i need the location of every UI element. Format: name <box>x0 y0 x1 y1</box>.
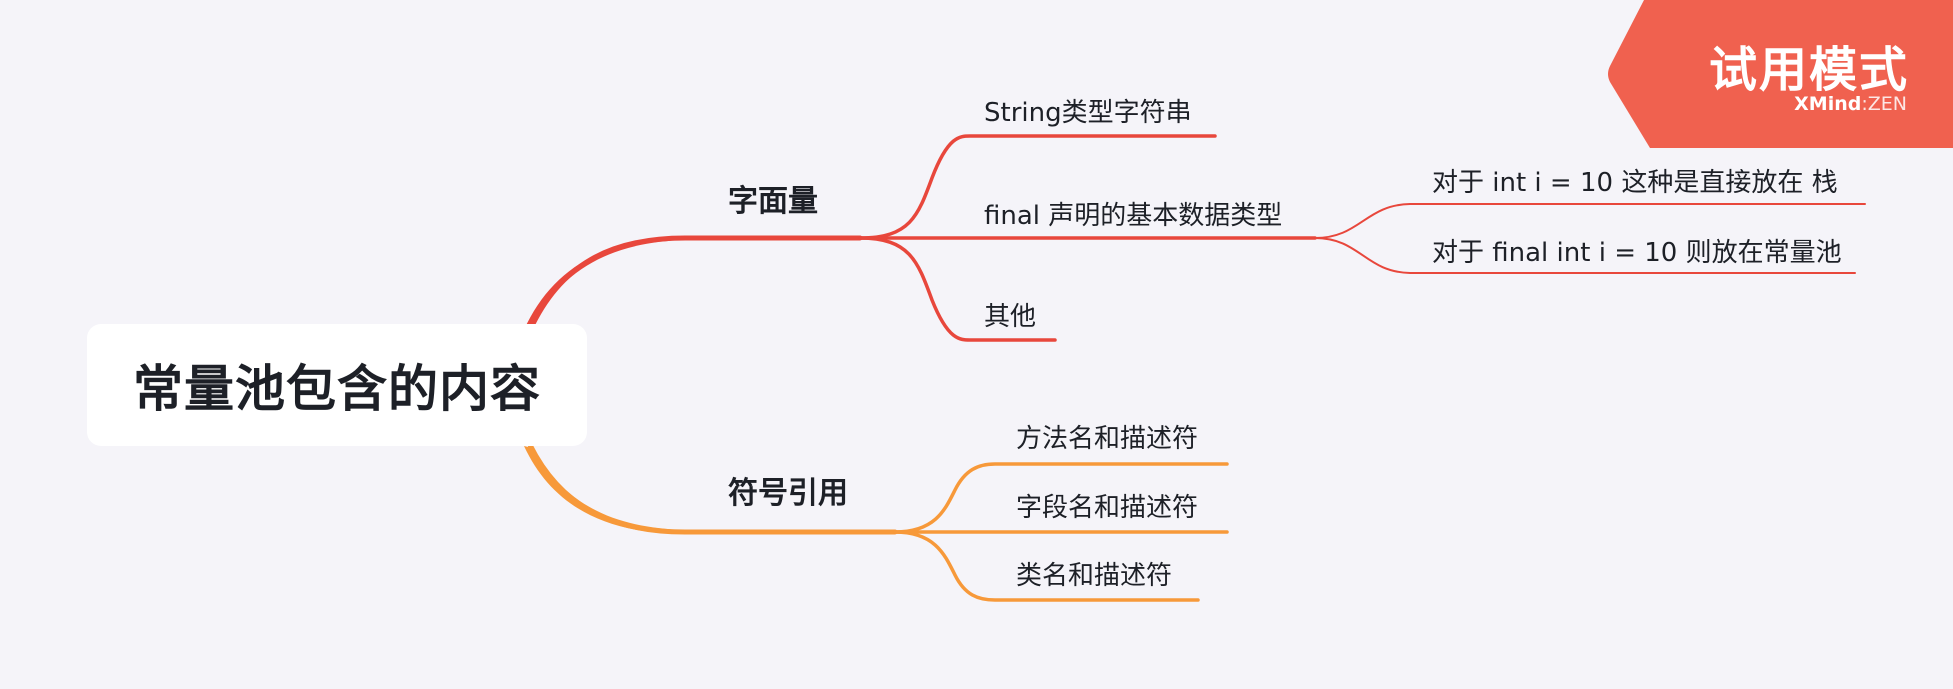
topic-final-pool-label: 对于 final int i = 10 则放在常量池 <box>1432 238 1842 268</box>
xmind-zen-logo: XMind:ZEN <box>1794 93 1907 115</box>
topic-field-label: 字段名和描述符 <box>1016 493 1199 523</box>
topic-other-label: 其他 <box>984 302 1037 332</box>
topic-method-label: 方法名和描述符 <box>1016 424 1199 454</box>
topic-final-pool[interactable]: 对于 final int i = 10 则放在常量池 <box>1432 232 1842 269</box>
connector-root-literal <box>527 235 863 333</box>
topic-literal-label: 字面量 <box>728 184 818 219</box>
badge-title: 试用模式 <box>1708 42 1909 98</box>
topic-symbol[interactable]: 符号引用 <box>728 468 848 512</box>
topic-symbol-label: 符号引用 <box>728 476 848 511</box>
topic-literal[interactable]: 字面量 <box>728 176 818 220</box>
topic-string-label: String类型字符串 <box>984 98 1192 128</box>
topic-int-stack[interactable]: 对于 int i = 10 这种是直接放在 栈 <box>1432 162 1838 199</box>
root-topic[interactable]: 常量池包含的内容 <box>87 324 587 446</box>
topic-other[interactable]: 其他 <box>984 296 1036 333</box>
topic-string[interactable]: String类型字符串 <box>984 92 1192 129</box>
mind-map-canvas: 常量池包含的内容 字面量 String类型字符串 final 声明的基本数据类型… <box>0 0 1953 689</box>
topic-final[interactable]: final 声明的基本数据类型 <box>984 195 1282 232</box>
topic-method[interactable]: 方法名和描述符 <box>1016 418 1198 455</box>
trial-mode-badge[interactable]: 试用模式 XMind:ZEN <box>1606 0 1953 148</box>
topic-field[interactable]: 字段名和描述符 <box>1016 487 1198 524</box>
topic-int-stack-label: 对于 int i = 10 这种是直接放在 栈 <box>1432 168 1838 198</box>
root-topic-label: 常量池包含的内容 <box>133 360 541 418</box>
topic-class[interactable]: 类名和描述符 <box>1016 555 1172 592</box>
connector-root-symbol-taper <box>524 446 686 534</box>
topic-class-label: 类名和描述符 <box>1016 561 1173 591</box>
topic-final-label: final 声明的基本数据类型 <box>984 201 1283 231</box>
